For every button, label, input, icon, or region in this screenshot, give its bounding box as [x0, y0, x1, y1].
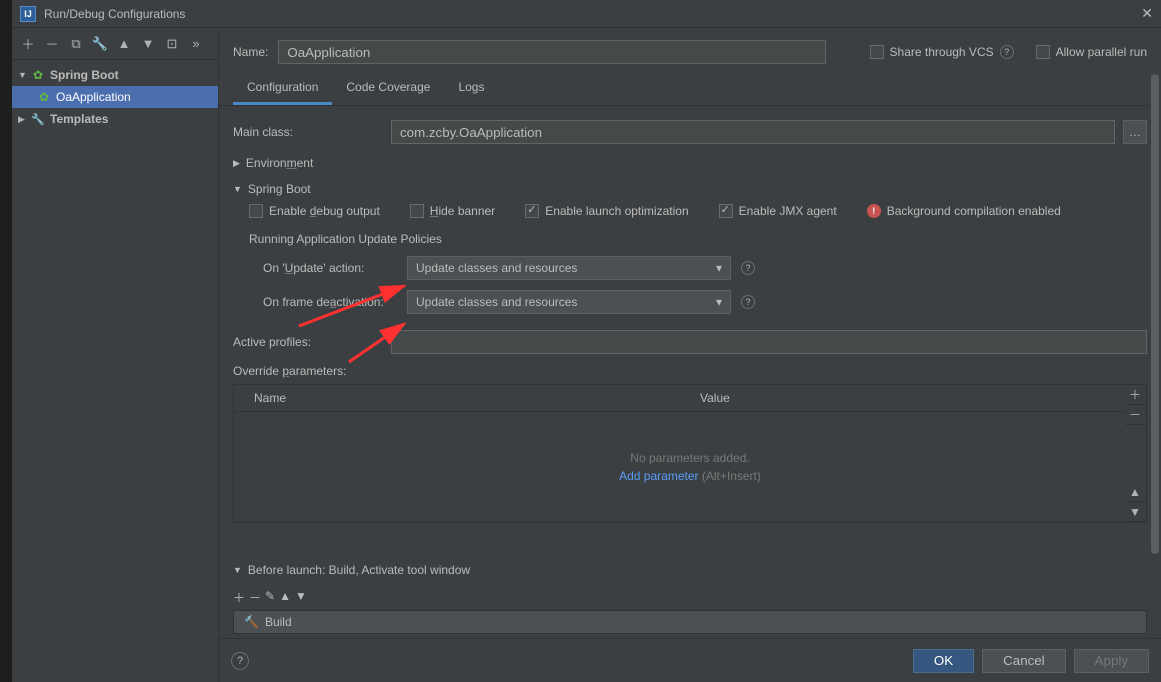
config-tree: ▼ ✿ Spring Boot ✿ OaApplication ▶ 🔧 Temp…: [12, 60, 218, 682]
tab-logs[interactable]: Logs: [444, 72, 498, 105]
chevron-down-icon: ▼: [233, 565, 242, 575]
override-params-label: Override parameters:: [233, 364, 1147, 378]
wrench-icon: 🔧: [30, 111, 46, 127]
vertical-scrollbar[interactable]: [1149, 74, 1161, 638]
remove-icon[interactable]: －: [42, 34, 62, 54]
sidebar-toolbar: ＋ － ⧉ 🔧 ▲ ▼ ⊡ »: [12, 28, 218, 60]
col-name: Name: [234, 385, 680, 411]
add-parameter-link[interactable]: Add parameter: [619, 469, 698, 483]
active-profiles-label: Active profiles:: [233, 335, 383, 349]
chevron-right-icon: ▶: [18, 114, 30, 125]
main-class-label: Main class:: [233, 125, 383, 139]
sidebar: ＋ － ⧉ 🔧 ▲ ▼ ⊡ » ▼ ✿ Spring Boot ✿ OaAppl…: [12, 28, 219, 682]
name-input[interactable]: [278, 40, 826, 64]
tab-code-coverage[interactable]: Code Coverage: [332, 72, 444, 105]
chevron-down-icon: ▼: [233, 184, 242, 194]
browse-button[interactable]: …: [1123, 120, 1147, 144]
chevron-down-icon: ▾: [716, 261, 722, 275]
spring-icon: ✿: [30, 67, 46, 83]
policies-heading: Running Application Update Policies: [249, 232, 1147, 246]
no-params-text: No parameters added.: [630, 451, 749, 465]
on-deactivation-combo[interactable]: Update classes and resources▾: [407, 290, 731, 314]
hammer-icon: 🔨: [244, 615, 259, 629]
help-icon[interactable]: ?: [741, 295, 755, 309]
main-panel: Name: Share through VCS ? Allow parallel…: [219, 28, 1161, 682]
before-launch-section[interactable]: ▼ Before launch: Build, Activate tool wi…: [233, 563, 1147, 577]
bl-edit-icon[interactable]: ✎: [265, 589, 275, 606]
environment-section[interactable]: ▶ Environment: [233, 156, 1147, 170]
help-icon[interactable]: ?: [741, 261, 755, 275]
params-table: Name Value No parameters added. Add para…: [233, 384, 1147, 523]
help-icon[interactable]: ?: [1000, 45, 1014, 59]
intellij-icon: IJ: [20, 6, 36, 22]
launch-opt-label: Enable launch optimization: [545, 204, 688, 218]
run-debug-dialog: IJ Run/Debug Configurations ✕ ＋ － ⧉ 🔧 ▲ …: [12, 0, 1161, 682]
col-value: Value: [680, 385, 1126, 411]
close-icon[interactable]: ✕: [1141, 5, 1153, 22]
add-param-hint: (Alt+Insert): [702, 469, 761, 483]
section-label: Environment: [246, 156, 313, 170]
ok-button[interactable]: OK: [913, 649, 974, 673]
chevron-right-icon: ▶: [233, 158, 240, 169]
down-param-button[interactable]: ▼: [1125, 502, 1145, 522]
share-vcs-checkbox[interactable]: [870, 45, 884, 59]
name-label: Name:: [233, 45, 268, 59]
hide-banner-checkbox[interactable]: [410, 204, 424, 218]
titlebar: IJ Run/Debug Configurations ✕: [12, 0, 1161, 28]
on-update-label: On 'Update' action:: [249, 261, 397, 275]
tab-configuration[interactable]: Configuration: [233, 72, 332, 105]
on-deactivation-label: On frame deactivation:: [249, 295, 397, 309]
bl-remove-icon[interactable]: －: [249, 589, 261, 606]
section-label: Spring Boot: [248, 182, 311, 196]
chevron-down-icon: ▾: [716, 295, 722, 309]
spring-boot-section[interactable]: ▼ Spring Boot: [233, 182, 1147, 196]
up-icon[interactable]: ▲: [114, 34, 134, 54]
tree-label: Templates: [50, 112, 108, 126]
tree-label: Spring Boot: [50, 68, 119, 82]
hide-banner-label: Hide banner: [430, 204, 495, 218]
add-icon[interactable]: ＋: [18, 34, 38, 54]
tabs: Configuration Code Coverage Logs: [219, 72, 1161, 106]
jmx-checkbox[interactable]: [719, 204, 733, 218]
tree-oa-application[interactable]: ✿ OaApplication: [12, 86, 218, 108]
share-vcs-label: Share through VCS: [890, 45, 994, 59]
expand-icon[interactable]: »: [186, 34, 206, 54]
on-update-combo[interactable]: Update classes and resources▾: [407, 256, 731, 280]
help-button[interactable]: ?: [231, 652, 249, 670]
bg-compile-label: Background compilation enabled: [887, 204, 1061, 218]
window-title: Run/Debug Configurations: [44, 7, 1141, 21]
before-launch-list: 🔨 Build: [233, 610, 1147, 634]
folder-icon[interactable]: ⊡: [162, 34, 182, 54]
jmx-label: Enable JMX agent: [739, 204, 837, 218]
cancel-button[interactable]: Cancel: [982, 649, 1066, 673]
up-param-button[interactable]: ▲: [1125, 482, 1145, 502]
allow-parallel-label: Allow parallel run: [1056, 45, 1147, 59]
before-launch-item[interactable]: 🔨 Build: [234, 611, 1146, 633]
allow-parallel-checkbox[interactable]: [1036, 45, 1050, 59]
enable-debug-checkbox[interactable]: [249, 204, 263, 218]
apply-button[interactable]: Apply: [1074, 649, 1149, 673]
warning-icon: !: [867, 204, 881, 218]
copy-icon[interactable]: ⧉: [66, 34, 86, 54]
add-param-button[interactable]: ＋: [1125, 385, 1145, 405]
bl-add-icon[interactable]: ＋: [233, 589, 245, 606]
remove-param-button[interactable]: －: [1125, 405, 1145, 425]
wrench-icon[interactable]: 🔧: [90, 34, 110, 54]
tree-label: OaApplication: [56, 90, 131, 104]
enable-debug-label: Enable debug output: [269, 204, 380, 218]
launch-opt-checkbox[interactable]: [525, 204, 539, 218]
bl-down-icon[interactable]: ▼: [295, 589, 307, 606]
before-launch-label: Before launch: Build, Activate tool wind…: [248, 563, 470, 577]
chevron-down-icon: ▼: [18, 70, 30, 80]
tree-templates[interactable]: ▶ 🔧 Templates: [12, 108, 218, 130]
tree-spring-boot[interactable]: ▼ ✿ Spring Boot: [12, 64, 218, 86]
down-icon[interactable]: ▼: [138, 34, 158, 54]
spring-icon: ✿: [36, 89, 52, 105]
dialog-footer: ? OK Cancel Apply: [219, 638, 1161, 682]
configuration-content: Main class: … ▶ Environment ▼ Spring Boo…: [219, 106, 1161, 638]
bl-up-icon[interactable]: ▲: [279, 589, 291, 606]
bl-item-label: Build: [265, 615, 292, 629]
active-profiles-input[interactable]: [391, 330, 1147, 354]
main-class-input[interactable]: [391, 120, 1115, 144]
